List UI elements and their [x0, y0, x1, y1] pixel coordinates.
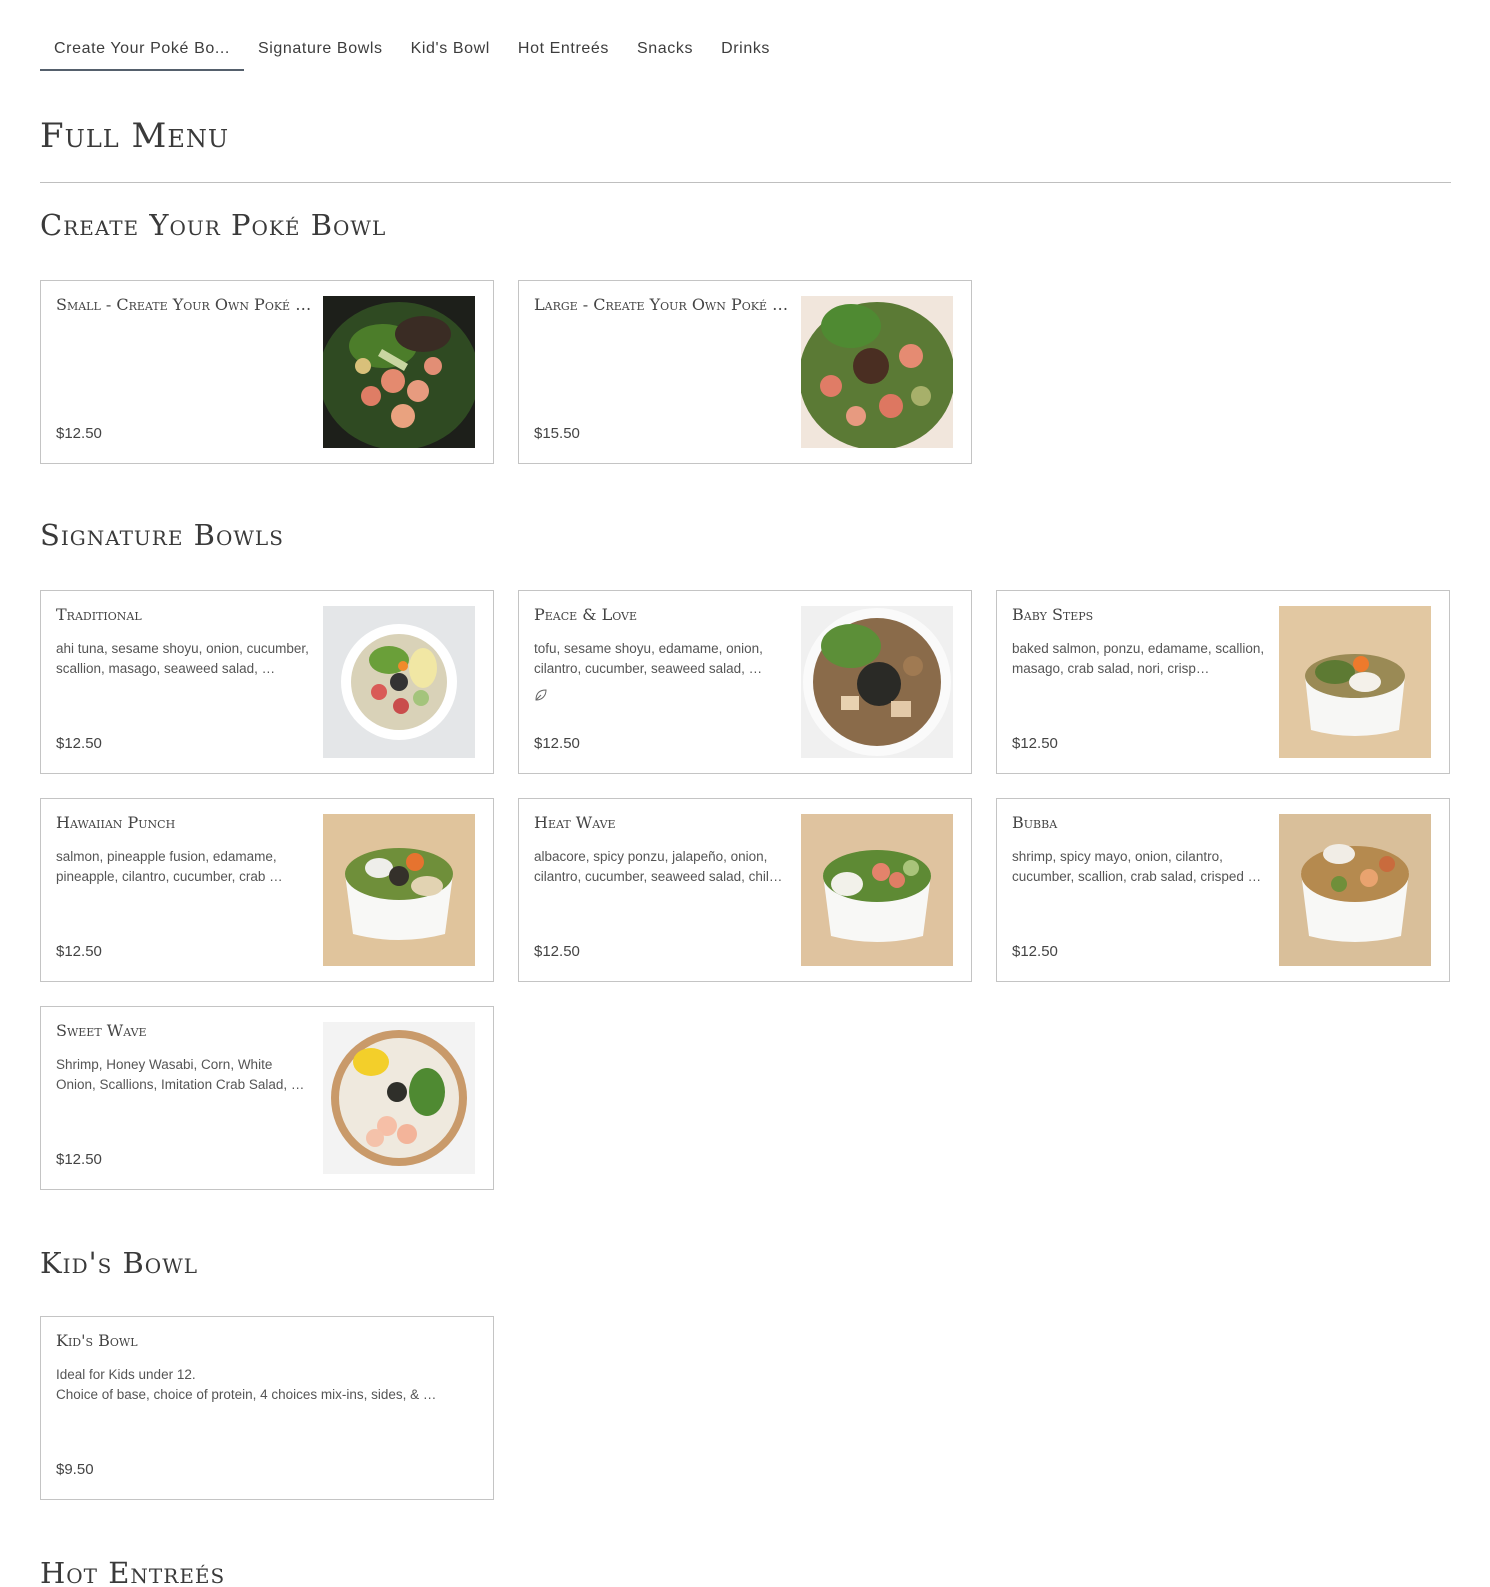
- item-description: Ideal for Kids under 12. Choice of base,…: [56, 1365, 456, 1405]
- item-description-line: Ideal for Kids under 12.: [56, 1367, 196, 1382]
- menu-item-card[interactable]: Baby Steps baked salmon, ponzu, edamame,…: [996, 590, 1450, 774]
- item-name: Kid's Bowl: [56, 1331, 138, 1350]
- item-name: Traditional: [56, 605, 142, 624]
- item-price: $12.50: [1012, 735, 1058, 752]
- item-name: Small - Create Your Own Poké Bowl: [56, 295, 312, 314]
- section-title-kids: Kid's Bowl: [40, 1246, 199, 1280]
- item-photo: [801, 606, 953, 758]
- section-title-hot-entrees: Hot Entreés: [40, 1556, 226, 1587]
- item-price: $12.50: [1012, 943, 1058, 960]
- section-title-create: Create Your Poké Bowl: [40, 208, 387, 242]
- menu-item-card[interactable]: Kid's Bowl Ideal for Kids under 12. Choi…: [40, 1316, 494, 1500]
- item-description: baked salmon, ponzu, edamame, scallion, …: [1012, 641, 1265, 676]
- menu-item-card[interactable]: Large - Create Your Own Poké Bowl $15.50: [518, 280, 972, 464]
- menu-item-card[interactable]: Heat Wave albacore, spicy ponzu, jalapeñ…: [518, 798, 972, 982]
- item-photo: [323, 814, 475, 966]
- item-description: salmon, pineapple fusion, edamame, pinea…: [56, 849, 283, 884]
- item-price: $12.50: [56, 425, 102, 442]
- page-title: Full Menu: [40, 116, 230, 156]
- item-photo: [1279, 814, 1431, 966]
- item-description: shrimp, spicy mayo, onion, cilantro, cuc…: [1012, 849, 1262, 884]
- tab-signature-bowls[interactable]: Signature Bowls: [244, 36, 397, 71]
- item-description: ahi tuna, sesame shoyu, onion, cucumber,…: [56, 641, 309, 676]
- menu-item-card[interactable]: Small - Create Your Own Poké Bowl $12.50: [40, 280, 494, 464]
- item-photo: [323, 1022, 475, 1174]
- menu-item-card[interactable]: Hawaiian Punch salmon, pineapple fusion,…: [40, 798, 494, 982]
- item-description: albacore, spicy ponzu, jalapeño, onion, …: [534, 849, 783, 884]
- divider: [40, 182, 1451, 183]
- tab-kids-bowl[interactable]: Kid's Bowl: [397, 36, 504, 71]
- item-name: Baby Steps: [1012, 605, 1094, 624]
- item-name: Hawaiian Punch: [56, 813, 176, 832]
- menu-item-card[interactable]: Sweet Wave Shrimp, Honey Wasabi, Corn, W…: [40, 1006, 494, 1190]
- item-name: Peace & Love: [534, 605, 638, 624]
- item-price: $15.50: [534, 425, 580, 442]
- item-name: Large - Create Your Own Poké Bowl: [534, 295, 790, 314]
- item-price: $12.50: [56, 943, 102, 960]
- tab-snacks[interactable]: Snacks: [623, 36, 707, 71]
- menu-item-card[interactable]: Bubba shrimp, spicy mayo, onion, cilantr…: [996, 798, 1450, 982]
- item-name: Bubba: [1012, 813, 1058, 832]
- item-photo: [801, 296, 953, 448]
- item-photo: [801, 814, 953, 966]
- menu-item-card[interactable]: Traditional ahi tuna, sesame shoyu, onio…: [40, 590, 494, 774]
- item-photo: [1279, 606, 1431, 758]
- item-description: tofu, sesame shoyu, edamame, onion, cila…: [534, 641, 763, 676]
- tab-create-your-poke-bowl[interactable]: Create Your Poké Bo...: [40, 36, 244, 71]
- item-name: Heat Wave: [534, 813, 616, 832]
- tab-drinks[interactable]: Drinks: [707, 36, 784, 71]
- item-description: Shrimp, Honey Wasabi, Corn, White Onion,…: [56, 1057, 305, 1092]
- item-price: $12.50: [534, 943, 580, 960]
- category-tabs: Create Your Poké Bo... Signature Bowls K…: [40, 36, 784, 71]
- item-photo: [323, 296, 475, 448]
- item-price: $12.50: [56, 1151, 102, 1168]
- tab-hot-entrees[interactable]: Hot Entreés: [504, 36, 623, 71]
- item-photo: [323, 606, 475, 758]
- menu-item-card[interactable]: Peace & Love tofu, sesame shoyu, edamame…: [518, 590, 972, 774]
- item-price: $9.50: [56, 1461, 94, 1478]
- item-price: $12.50: [56, 735, 102, 752]
- item-description-line: Choice of base, choice of protein, 4 cho…: [56, 1387, 437, 1402]
- section-title-signature: Signature Bowls: [40, 518, 284, 552]
- item-price: $12.50: [534, 735, 580, 752]
- item-name: Sweet Wave: [56, 1021, 147, 1040]
- vegan-leaf-icon: [534, 688, 548, 705]
